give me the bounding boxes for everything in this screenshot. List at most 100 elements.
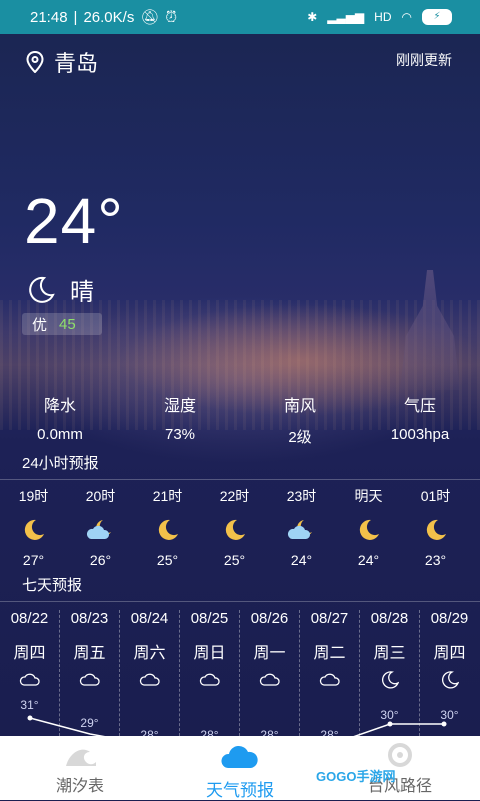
day-date: 08/27 [310,610,349,627]
hour-temp: 25° [156,552,179,568]
update-status: 刚刚更新 [396,52,452,68]
status-bar: 21:48 | 26.0K/s 🔕︎ ⏰︎ ✱ ▂▃▅▆ HD ◠ ⚡ [0,0,480,34]
hour-time: 22时 [219,488,250,504]
moon-icon [225,519,245,540]
day-item: 08/23 周五 29° [60,610,120,736]
bluetooth-icon: ✱ [307,10,318,24]
hour-item: 01时 23° [402,486,469,568]
daily-forecast-title: 七天预报 [22,577,83,594]
aqi-label: 优 [32,316,48,334]
status-speed: 26.0K/s [83,8,135,26]
hourly-forecast-title: 24小时预报 [22,455,99,472]
day-date: 08/26 [250,610,289,627]
hour-item: 23时 24° [268,486,335,568]
current-condition: 晴 [26,272,94,307]
condition-text: 晴 [70,279,94,306]
moon-icon [24,519,44,540]
cloudy-icon [259,673,280,686]
cloudy-icon [19,673,40,686]
stat-label: 南风 [283,398,316,415]
tab-label: 潮汐表 [55,778,104,795]
divider [0,479,480,480]
day-weekday: 周一 [253,645,286,662]
day-date: 08/25 [190,610,229,627]
day-date: 08/28 [370,610,409,627]
day-date: 08/29 [430,610,469,627]
hour-temp: 27° [22,552,45,568]
wave-icon [66,749,96,766]
tab-tide[interactable]: 潮汐表 [0,736,160,800]
hour-time: 明天 [354,488,383,504]
stat-precipitation: 降水 0.0mm [0,392,120,447]
day-item: 08/26 周一 28° [240,610,300,736]
watermark-logo: GOGO手游网 [316,769,396,784]
day-date: 08/24 [130,610,169,627]
cloudy-icon [199,673,220,686]
stat-value: 2级 [288,429,312,446]
status-time: 21:48 [30,8,68,26]
daily-forecast[interactable]: 08/22 周四 31° 08/23 周五 29° 08/24 周六 28° 0… [0,610,480,736]
cloudy-night-icon [86,520,111,539]
wifi-icon: ◠ [401,10,412,24]
hour-temp: 26° [89,552,112,568]
hour-item: 19时 27° [0,486,67,568]
moon-icon [29,276,55,303]
day-weekday: 周四 [433,645,466,662]
weather-stats: 降水 0.0mm 湿度 73% 南风 2级 气压 1003hpa [0,392,480,447]
cloudy-icon [79,673,100,686]
day-weekday: 周六 [133,645,166,662]
day-high: 28° [260,728,279,736]
divider [0,601,480,602]
day-date: 08/22 [10,610,49,627]
stat-value: 0.0mm [37,426,83,443]
day-high: 28° [320,728,339,736]
hd-icon: HD [374,10,392,24]
hour-temp: 24° [290,552,313,568]
stat-value: 73% [164,426,196,443]
moon-icon [441,671,459,689]
cloudy-icon [139,673,160,686]
stat-value: 1003hpa [390,426,450,443]
current-temperature: 24° [24,185,124,257]
hour-temp: 23° [424,552,447,568]
day-item: 08/28 周三 30° [360,610,420,736]
stat-pressure: 气压 1003hpa [360,392,480,447]
day-item: 08/27 周二 28° [300,610,360,736]
day-item: 08/25 周日 28° [180,610,240,736]
aqi-badge[interactable]: 优 45 [22,313,102,335]
location[interactable]: 青岛 [26,46,98,78]
battery-charging-icon: ⚡ [422,9,452,25]
stat-humidity: 湿度 73% [120,392,240,447]
mute-icon: 🔕︎ [140,9,160,26]
day-weekday: 周四 [13,645,46,662]
hour-temp: 25° [223,552,246,568]
day-high: 31° [20,698,39,712]
moon-icon [381,671,399,689]
aqi-value: 45 [59,315,76,333]
day-high: 30° [440,708,459,722]
day-weekday: 周三 [373,645,406,662]
day-item: 08/24 周六 28° [120,610,180,736]
moon-icon [426,519,446,540]
stat-wind: 南风 2级 [240,392,360,447]
stat-label: 气压 [403,398,436,415]
hour-time: 23时 [286,488,317,504]
day-high: 28° [200,728,219,736]
day-item: 08/22 周四 31° [0,610,60,736]
location-name: 青岛 [54,51,99,76]
tab-label: 天气预报 [206,781,274,800]
hour-time: 01时 [420,488,451,504]
hour-temp: 24° [357,552,380,568]
day-weekday: 周五 [73,645,106,662]
alarm-icon: ⏰︎ [165,8,178,26]
tab-weather[interactable]: 天气预报 [160,736,320,800]
location-pin-icon [26,51,44,73]
day-high: 28° [140,728,159,736]
moon-icon [359,519,379,540]
stat-label: 降水 [43,398,76,415]
bottom-tab-bar: 潮汐表 天气预报 台风路径 [0,736,480,800]
hour-time: 21时 [152,488,183,504]
hour-time: 20时 [85,488,116,504]
hourly-forecast[interactable]: 19时 27° 20时 26° 21时 25° 22时 25° 23时 24° … [0,486,480,568]
day-item: 08/29 周四 30° [420,610,479,736]
